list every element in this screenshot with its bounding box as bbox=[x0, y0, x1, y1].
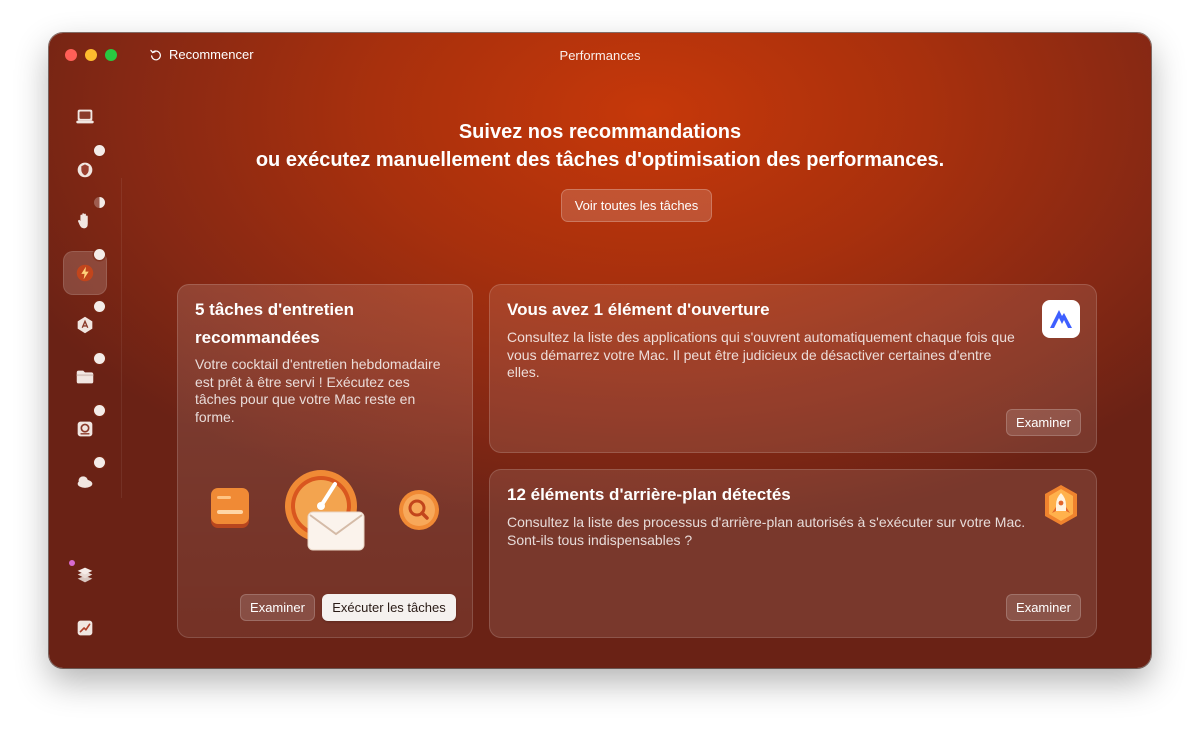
background-items-card: 12 éléments d'arrière-plan détectés Cons… bbox=[489, 469, 1097, 638]
sidebar-item-space-lens[interactable] bbox=[63, 405, 107, 451]
hero-line-1: Suivez nos recommandations bbox=[458, 121, 742, 143]
login-items-card-title: Vous avez 1 élément d'ouverture bbox=[507, 300, 770, 319]
sidebar-item-privacy[interactable] bbox=[63, 197, 107, 243]
magnifier-icon bbox=[399, 490, 439, 530]
maintenance-card: 5 tâches d'entretien recommandées Votre … bbox=[177, 284, 473, 638]
hero-line-2: ou exécutez manuellement des tâches d'op… bbox=[255, 149, 945, 171]
login-items-examine-button[interactable]: Examiner bbox=[1006, 409, 1081, 436]
window-title: Performances bbox=[559, 48, 641, 63]
background-items-examine-button[interactable]: Examiner bbox=[1006, 594, 1081, 621]
maintenance-examine-button[interactable]: Examiner bbox=[240, 594, 315, 621]
status-badge bbox=[94, 249, 105, 260]
sidebar-item-menu[interactable] bbox=[63, 606, 107, 650]
nordvpn-icon bbox=[1042, 300, 1080, 338]
maintenance-card-title: 5 tâches d'entretien recommandées bbox=[195, 300, 354, 347]
hand-icon bbox=[78, 213, 88, 229]
status-badge bbox=[94, 301, 105, 312]
rocket-icon bbox=[1045, 485, 1077, 525]
view-all-tasks-button[interactable]: Voir toutes les tâches bbox=[561, 189, 712, 222]
sidebar-divider bbox=[121, 178, 122, 498]
chart-icon bbox=[77, 620, 93, 636]
envelope-icon bbox=[307, 511, 365, 551]
background-items-card-title: 12 éléments d'arrière-plan détectés bbox=[507, 485, 791, 504]
hard-drive-icon bbox=[211, 488, 249, 528]
status-badge bbox=[94, 405, 105, 416]
status-badge bbox=[94, 197, 105, 208]
folder-icon bbox=[76, 370, 94, 384]
apps-icon bbox=[77, 316, 93, 334]
hero-heading: Suivez nos recommandations ou exécutez m… bbox=[49, 118, 1151, 174]
maintenance-card-description: Votre cocktail d'entretien hebdomadaire … bbox=[195, 356, 441, 425]
sidebar-item-applications[interactable] bbox=[63, 301, 107, 347]
login-items-card: Vous avez 1 élément d'ouverture Consulte… bbox=[489, 284, 1097, 453]
title-bar: Recommencer Performances bbox=[49, 33, 1151, 79]
background-items-card-description: Consultez la liste des processus d'arriè… bbox=[507, 514, 1026, 548]
lightning-icon bbox=[76, 264, 94, 282]
sidebar-item-performance[interactable] bbox=[63, 249, 107, 295]
status-badge bbox=[94, 457, 105, 468]
sidebar-item-assistant[interactable] bbox=[63, 553, 107, 597]
status-badge bbox=[94, 353, 105, 364]
cloud-icon bbox=[77, 476, 93, 488]
layers-icon bbox=[77, 567, 93, 583]
sidebar-item-files[interactable] bbox=[63, 353, 107, 399]
run-tasks-button[interactable]: Exécuter les tâches bbox=[322, 594, 456, 621]
sidebar-item-cloud[interactable] bbox=[63, 457, 107, 503]
login-items-card-description: Consultez la liste des applications qui … bbox=[507, 329, 1015, 380]
disk-icon bbox=[77, 421, 93, 437]
app-window: Recommencer Performances Suivez nos reco… bbox=[49, 33, 1151, 668]
